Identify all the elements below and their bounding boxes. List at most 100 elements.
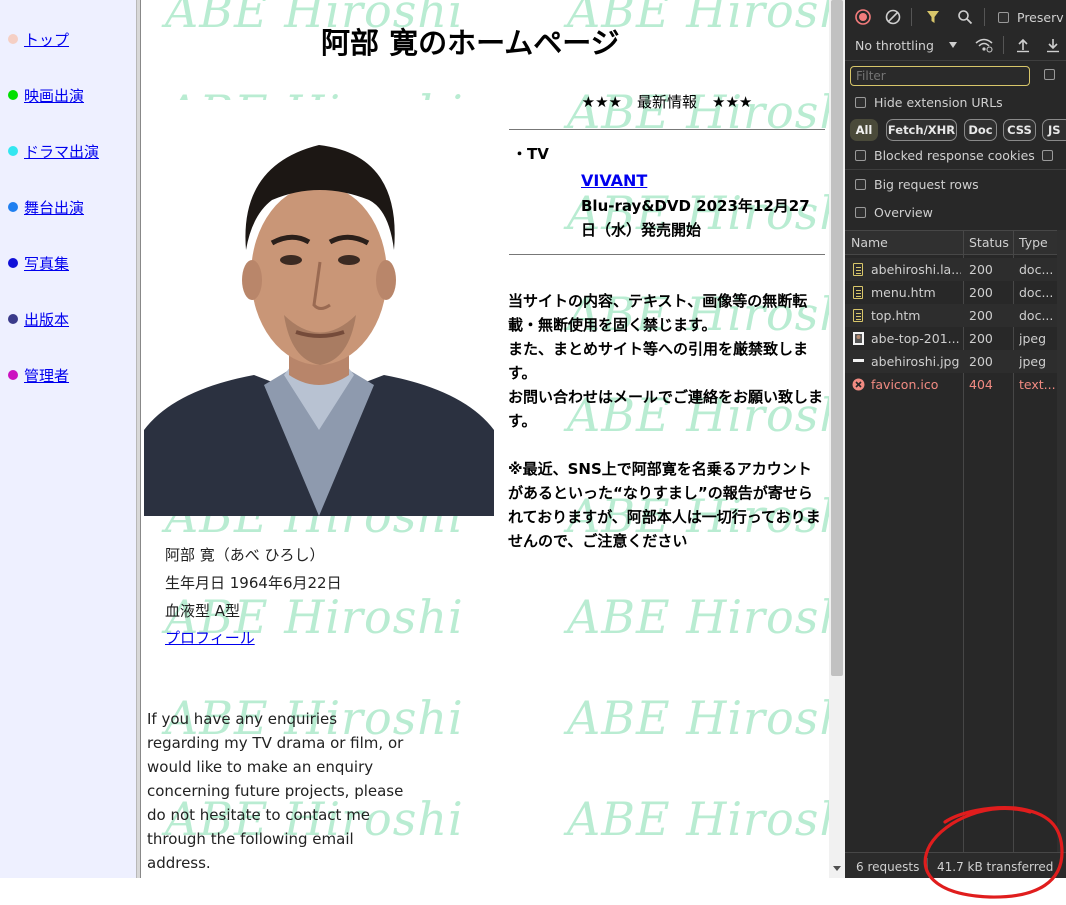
notice-line: 当サイトの内容、テキスト、画像等の無断転載・無断使用を固く禁じます。	[508, 292, 808, 334]
chip-fetch-xhr[interactable]: Fetch/XHR	[886, 119, 957, 141]
scroll-down-arrow-icon[interactable]	[833, 866, 841, 871]
chip-all[interactable]: All	[850, 119, 878, 141]
menu-link[interactable]: 映画出演	[24, 85, 84, 106]
column-header-type[interactable]: Type	[1019, 235, 1048, 250]
portrait-photo	[144, 100, 494, 516]
request-type: jpeg	[1019, 331, 1047, 346]
overview-label: Overview	[874, 205, 933, 220]
image-icon	[853, 359, 864, 362]
scroll-thumb[interactable]	[831, 0, 843, 676]
image-icon	[853, 332, 864, 345]
bio-blood-type: 血液型 A型	[165, 602, 241, 620]
menu-item-photobooks[interactable]: 写真集	[8, 252, 69, 274]
table-scrollbar[interactable]	[1057, 230, 1066, 852]
document-icon	[853, 263, 863, 276]
column-header-name[interactable]: Name	[851, 235, 888, 250]
export-har-icon[interactable]	[1045, 37, 1061, 53]
big-request-rows-checkbox[interactable]	[855, 179, 866, 190]
bullet-icon	[8, 146, 18, 156]
big-request-rows-label: Big request rows	[874, 177, 979, 192]
watermark: ABE Hiroshi	[567, 691, 829, 745]
menu-link[interactable]: トップ	[24, 29, 69, 50]
overview-checkbox[interactable]	[855, 207, 866, 218]
menu-item-stage[interactable]: 舞台出演	[8, 196, 84, 218]
blocked-cookies-checkbox[interactable]	[855, 150, 866, 161]
news-heading: ★★★ 最新情報 ★★★	[581, 93, 753, 111]
table-row[interactable]: abe-top-201... 200 jpeg	[845, 327, 1057, 350]
preserve-log-checkbox[interactable]	[998, 12, 1009, 23]
bullet-icon	[8, 314, 18, 324]
request-name: abe-top-201...	[871, 331, 960, 346]
menu-link[interactable]: 舞台出演	[24, 197, 84, 218]
status-separator	[927, 858, 928, 874]
chip-js[interactable]: JS	[1042, 119, 1066, 141]
filter-icon[interactable]	[925, 9, 941, 25]
request-status: 200	[969, 331, 993, 346]
request-type: doc...	[1019, 285, 1054, 300]
record-icon[interactable]	[855, 9, 871, 25]
request-type: doc...	[1019, 262, 1054, 277]
bio-name: 阿部 寛（あべ ひろし）	[165, 546, 325, 564]
table-row[interactable]: menu.htm 200 doc...	[845, 281, 1057, 304]
invert-checkbox[interactable]	[1044, 69, 1055, 80]
notice-line: また、まとめサイト等への引用を厳禁致します。	[508, 340, 809, 382]
network-conditions-icon[interactable]	[974, 37, 994, 53]
request-status: 200	[969, 354, 993, 369]
bullet-icon	[8, 90, 18, 100]
table-row[interactable]: favicon.ico 404 text...	[845, 373, 1057, 396]
menu-item-dramas[interactable]: ドラマ出演	[8, 140, 99, 162]
menu-link[interactable]: ドラマ出演	[24, 141, 99, 162]
transferred-size: 41.7 kB transferred	[937, 860, 1054, 874]
table-row[interactable]: abehiroshi.jpg 200 jpeg	[845, 350, 1057, 373]
table-header: Name Status Type	[845, 230, 1057, 255]
notice-line: お問い合わせはメールでご連絡をお願い致します。	[508, 388, 824, 430]
toolbar-separator	[1003, 36, 1004, 54]
error-icon	[852, 378, 865, 391]
main-frame: ABE Hiroshi ABE Hiroshi ABE Hiroshi ABE …	[141, 0, 829, 878]
column-header-status[interactable]: Status	[969, 235, 1009, 250]
portrait-image	[144, 100, 494, 516]
divider	[509, 254, 825, 255]
request-status: 404	[969, 377, 993, 392]
throttling-select[interactable]: No throttling	[855, 38, 934, 53]
page-title: 阿部 寛のホームページ	[321, 26, 620, 60]
menu-item-books[interactable]: 出版本	[8, 308, 69, 330]
menu-item-movies[interactable]: 映画出演	[8, 84, 84, 106]
chip-css[interactable]: CSS	[1003, 119, 1036, 141]
settings-divider	[845, 169, 1066, 170]
english-contact-note: If you have any enquiries regarding my T…	[147, 710, 404, 872]
request-name: abehiroshi.la....	[871, 262, 961, 277]
search-icon[interactable]	[957, 9, 973, 25]
chip-doc[interactable]: Doc	[964, 119, 997, 141]
clear-icon[interactable]	[885, 9, 901, 25]
watermark: ABE Hiroshi	[567, 792, 829, 846]
menu-item-top[interactable]: トップ	[8, 28, 69, 50]
menu-link[interactable]: 出版本	[24, 309, 69, 330]
toolbar-separator	[911, 8, 912, 26]
request-status: 200	[969, 308, 993, 323]
profile-link[interactable]: プロフィール	[165, 627, 255, 648]
menu-link[interactable]: 管理者	[24, 365, 69, 386]
import-har-icon[interactable]	[1015, 37, 1031, 53]
request-name: abehiroshi.jpg	[871, 354, 960, 369]
release-text: Blu-ray&DVD 2023年12月27日（水）発売開始	[581, 197, 810, 239]
toolbar-divider	[845, 60, 1066, 61]
notice-spacer	[508, 433, 826, 457]
bullet-icon	[8, 202, 18, 212]
main-scrollbar[interactable]	[829, 0, 845, 878]
hide-extension-urls-label: Hide extension URLs	[874, 95, 1003, 110]
table-row[interactable]: abehiroshi.la.... 200 doc...	[845, 258, 1057, 281]
notice-text: 当サイトの内容、テキスト、画像等の無断転載・無断使用を固く禁じます。 また、まと…	[508, 289, 826, 553]
filter-input[interactable]	[850, 66, 1030, 86]
request-type: text...	[1019, 377, 1056, 392]
blocked-requests-checkbox[interactable]	[1042, 150, 1053, 161]
vivant-link[interactable]: VIVANT	[581, 171, 647, 190]
document-icon	[853, 286, 863, 299]
request-status: 200	[969, 285, 993, 300]
table-row[interactable]: top.htm 200 doc...	[845, 304, 1057, 327]
hide-extension-urls-checkbox[interactable]	[855, 97, 866, 108]
status-bar: 6 requests 41.7 kB transferred	[845, 852, 1066, 878]
menu-item-admin[interactable]: 管理者	[8, 364, 69, 386]
menu-link[interactable]: 写真集	[24, 253, 69, 274]
chevron-down-icon[interactable]	[949, 42, 957, 48]
